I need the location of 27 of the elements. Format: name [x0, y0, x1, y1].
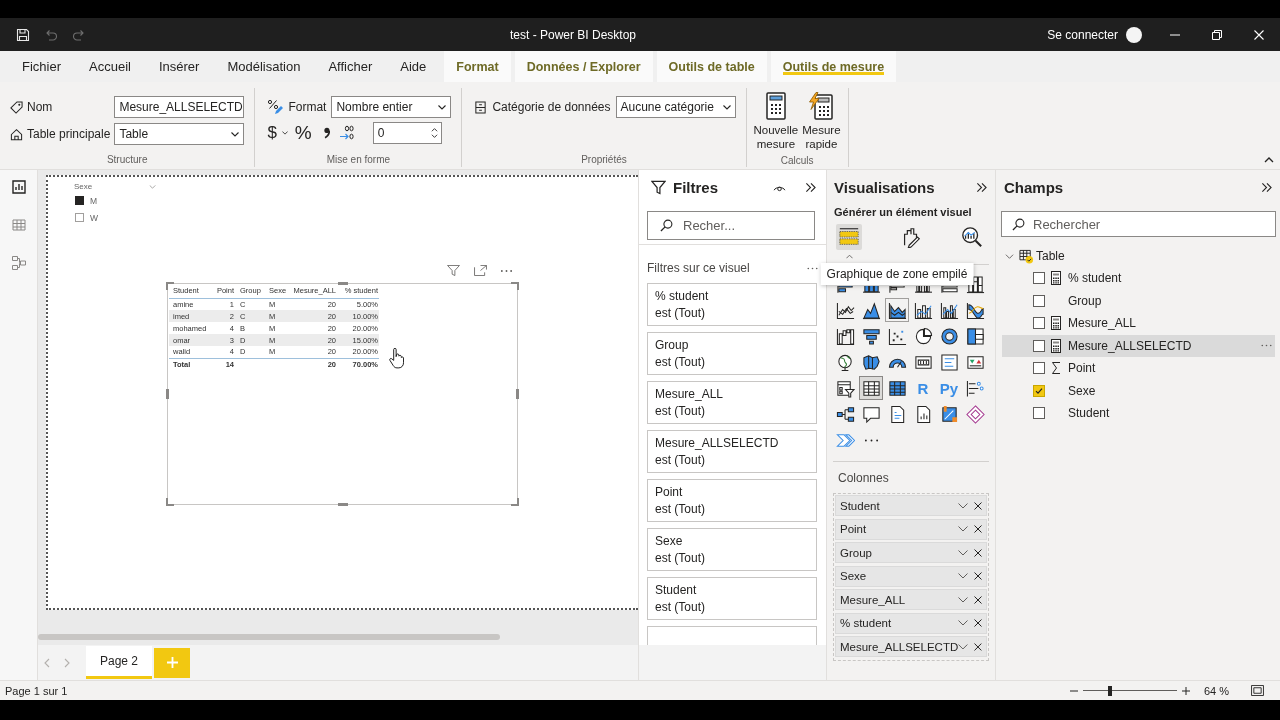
data-category-label: Catégorie de données [492, 100, 611, 114]
filter-condition: est (Tout) [655, 354, 705, 371]
section-label: Colonnes [837, 470, 889, 486]
filter-condition: est (Tout) [655, 599, 705, 616]
filter-condition: est (Tout) [655, 501, 705, 518]
tooltip: Graphique de zone empilé [820, 263, 974, 285]
group-label: Mise en forme [325, 153, 392, 167]
slicer-item-label: W [90, 212, 99, 223]
group-label: Propriétés [580, 153, 628, 167]
window-title: test - Power BI Desktop [510, 27, 637, 42]
filter-condition: est (Tout) [655, 550, 705, 567]
slicer-item-label: M [90, 195, 98, 206]
filter-condition: est (Tout) [655, 305, 705, 322]
page-count-label: Page 1 sur 1 [5, 684, 68, 697]
filter-condition: est (Tout) [655, 403, 705, 420]
format-label: Format [288, 100, 327, 114]
section-label: Filtres sur ce visuel [647, 261, 750, 275]
group-label: Structure [105, 153, 149, 167]
home-table-label: Table principale [27, 127, 111, 141]
pane-title: Visualisations [834, 178, 935, 196]
slicer-title: Sexe [74, 182, 93, 191]
group-label: Calculs [779, 154, 815, 168]
filter-condition: est (Tout) [655, 452, 705, 469]
section-label: Générer un élément visuel [833, 205, 972, 220]
pane-title: Champs [1004, 178, 1064, 196]
name-label: Nom [27, 100, 53, 114]
pane-title: Filtres [673, 178, 718, 196]
